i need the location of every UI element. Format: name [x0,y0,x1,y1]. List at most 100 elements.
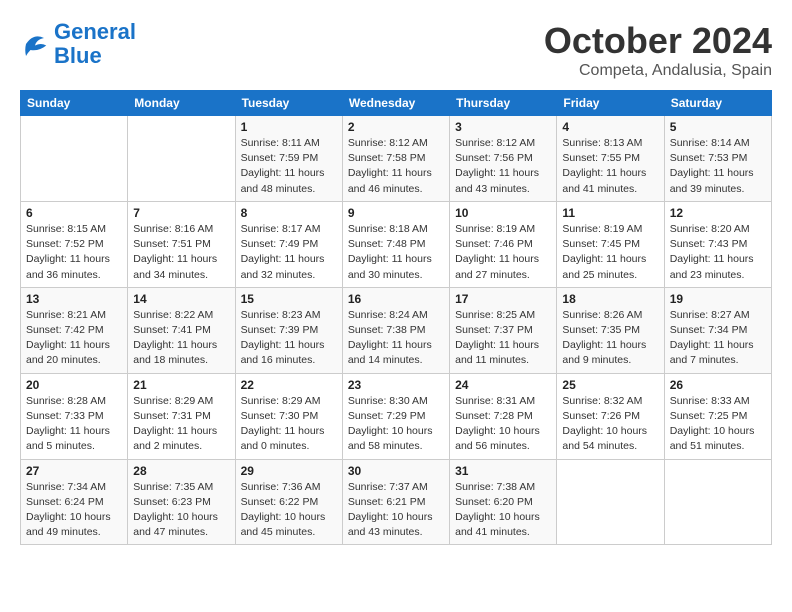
day-info: Sunrise: 8:12 AM Sunset: 7:56 PM Dayligh… [455,136,551,197]
day-number: 26 [670,378,766,392]
col-monday: Monday [128,91,235,116]
calendar-cell: 28Sunrise: 7:35 AM Sunset: 6:23 PM Dayli… [128,459,235,545]
logo: General Blue [20,20,136,68]
calendar-cell: 7 Sunrise: 8:16 AM Sunset: 7:51 PM Daylig… [128,201,235,287]
day-number: 24 [455,378,551,392]
day-number: 8 [241,206,337,220]
day-info: Sunrise: 8:31 AM Sunset: 7:28 PM Dayligh… [455,394,551,455]
calendar-cell: 30Sunrise: 7:37 AM Sunset: 6:21 PM Dayli… [342,459,449,545]
location-subtitle: Competa, Andalusia, Spain [544,62,772,80]
calendar-cell: 25 Sunrise: 8:32 AM Sunset: 7:26 PM Dayli… [557,373,664,459]
calendar-cell: 4Sunrise: 8:13 AM Sunset: 7:55 PM Daylig… [557,116,664,202]
day-info: Sunrise: 7:36 AM Sunset: 6:22 PM Dayligh… [241,480,337,541]
title-block: October 2024 Competa, Andalusia, Spain [544,20,772,80]
calendar-week-1: 1 Sunrise: 8:11 AM Sunset: 7:59 PM Daylig… [21,116,772,202]
day-number: 31 [455,464,551,478]
day-number: 10 [455,206,551,220]
day-info: Sunrise: 8:14 AM Sunset: 7:53 PM Dayligh… [670,136,766,197]
day-number: 19 [670,292,766,306]
calendar-week-3: 13 Sunrise: 8:21 AM Sunset: 7:42 PM Dayli… [21,287,772,373]
page-header: General Blue October 2024 Competa, Andal… [20,20,772,80]
calendar-cell: 18 Sunrise: 8:26 AM Sunset: 7:35 PM Dayli… [557,287,664,373]
calendar-cell: 21 Sunrise: 8:29 AM Sunset: 7:31 PM Dayli… [128,373,235,459]
calendar-cell: 16 Sunrise: 8:24 AM Sunset: 7:38 PM Dayli… [342,287,449,373]
calendar-cell: 13 Sunrise: 8:21 AM Sunset: 7:42 PM Dayli… [21,287,128,373]
day-number: 20 [26,378,122,392]
calendar-cell: 14 Sunrise: 8:22 AM Sunset: 7:41 PM Dayli… [128,287,235,373]
day-info: Sunrise: 8:17 AM Sunset: 7:49 PM Dayligh… [241,222,337,283]
day-number: 21 [133,378,229,392]
day-number: 27 [26,464,122,478]
calendar-cell: 6Sunrise: 8:15 AM Sunset: 7:52 PM Daylig… [21,201,128,287]
calendar-cell: 3 Sunrise: 8:12 AM Sunset: 7:56 PM Daylig… [450,116,557,202]
calendar-cell: 22Sunrise: 8:29 AM Sunset: 7:30 PM Dayli… [235,373,342,459]
day-number: 6 [26,206,122,220]
day-number: 1 [241,120,337,134]
calendar-cell: 31 Sunrise: 7:38 AM Sunset: 6:20 PM Dayli… [450,459,557,545]
day-info: Sunrise: 7:35 AM Sunset: 6:23 PM Dayligh… [133,480,229,541]
col-friday: Friday [557,91,664,116]
logo-text-line1: General [54,20,136,44]
calendar-cell: 2Sunrise: 8:12 AM Sunset: 7:58 PM Daylig… [342,116,449,202]
calendar-header: Sunday Monday Tuesday Wednesday Thursday… [21,91,772,116]
day-info: Sunrise: 7:34 AM Sunset: 6:24 PM Dayligh… [26,480,122,541]
day-info: Sunrise: 8:28 AM Sunset: 7:33 PM Dayligh… [26,394,122,455]
calendar-cell: 1 Sunrise: 8:11 AM Sunset: 7:59 PM Daylig… [235,116,342,202]
day-info: Sunrise: 8:19 AM Sunset: 7:45 PM Dayligh… [562,222,658,283]
day-info: Sunrise: 8:18 AM Sunset: 7:48 PM Dayligh… [348,222,444,283]
day-number: 15 [241,292,337,306]
calendar-cell: 5 Sunrise: 8:14 AM Sunset: 7:53 PM Daylig… [664,116,771,202]
day-number: 16 [348,292,444,306]
calendar-cell: 9 Sunrise: 8:18 AM Sunset: 7:48 PM Daylig… [342,201,449,287]
day-number: 25 [562,378,658,392]
day-info: Sunrise: 8:26 AM Sunset: 7:35 PM Dayligh… [562,308,658,369]
calendar-cell: 29 Sunrise: 7:36 AM Sunset: 6:22 PM Dayli… [235,459,342,545]
day-info: Sunrise: 8:23 AM Sunset: 7:39 PM Dayligh… [241,308,337,369]
day-number: 29 [241,464,337,478]
day-info: Sunrise: 8:21 AM Sunset: 7:42 PM Dayligh… [26,308,122,369]
day-info: Sunrise: 7:38 AM Sunset: 6:20 PM Dayligh… [455,480,551,541]
days-of-week-row: Sunday Monday Tuesday Wednesday Thursday… [21,91,772,116]
day-info: Sunrise: 8:11 AM Sunset: 7:59 PM Dayligh… [241,136,337,197]
day-number: 2 [348,120,444,134]
col-thursday: Thursday [450,91,557,116]
day-number: 13 [26,292,122,306]
calendar-cell [664,459,771,545]
day-info: Sunrise: 8:27 AM Sunset: 7:34 PM Dayligh… [670,308,766,369]
calendar-cell: 8 Sunrise: 8:17 AM Sunset: 7:49 PM Daylig… [235,201,342,287]
col-saturday: Saturday [664,91,771,116]
calendar-body: 1 Sunrise: 8:11 AM Sunset: 7:59 PM Daylig… [21,116,772,545]
day-number: 23 [348,378,444,392]
day-number: 11 [562,206,658,220]
calendar-cell [21,116,128,202]
day-number: 12 [670,206,766,220]
calendar-cell: 24 Sunrise: 8:31 AM Sunset: 7:28 PM Dayli… [450,373,557,459]
day-info: Sunrise: 8:19 AM Sunset: 7:46 PM Dayligh… [455,222,551,283]
day-number: 17 [455,292,551,306]
day-number: 30 [348,464,444,478]
calendar-cell [128,116,235,202]
day-info: Sunrise: 8:29 AM Sunset: 7:31 PM Dayligh… [133,394,229,455]
day-info: Sunrise: 8:22 AM Sunset: 7:41 PM Dayligh… [133,308,229,369]
day-number: 14 [133,292,229,306]
calendar-cell: 15 Sunrise: 8:23 AM Sunset: 7:39 PM Dayli… [235,287,342,373]
day-info: Sunrise: 8:20 AM Sunset: 7:43 PM Dayligh… [670,222,766,283]
logo-text-line2: Blue [54,44,136,68]
day-number: 3 [455,120,551,134]
day-info: Sunrise: 8:29 AM Sunset: 7:30 PM Dayligh… [241,394,337,455]
calendar-cell: 11 Sunrise: 8:19 AM Sunset: 7:45 PM Dayli… [557,201,664,287]
calendar-cell: 12 Sunrise: 8:20 AM Sunset: 7:43 PM Dayli… [664,201,771,287]
day-number: 5 [670,120,766,134]
calendar-week-5: 27 Sunrise: 7:34 AM Sunset: 6:24 PM Dayli… [21,459,772,545]
day-info: Sunrise: 8:24 AM Sunset: 7:38 PM Dayligh… [348,308,444,369]
calendar-cell: 17Sunrise: 8:25 AM Sunset: 7:37 PM Dayli… [450,287,557,373]
day-info: Sunrise: 8:32 AM Sunset: 7:26 PM Dayligh… [562,394,658,455]
day-number: 18 [562,292,658,306]
day-number: 4 [562,120,658,134]
day-number: 9 [348,206,444,220]
day-info: Sunrise: 8:30 AM Sunset: 7:29 PM Dayligh… [348,394,444,455]
day-info: Sunrise: 8:16 AM Sunset: 7:51 PM Dayligh… [133,222,229,283]
calendar-table: Sunday Monday Tuesday Wednesday Thursday… [20,90,772,545]
day-number: 7 [133,206,229,220]
calendar-cell: 26Sunrise: 8:33 AM Sunset: 7:25 PM Dayli… [664,373,771,459]
